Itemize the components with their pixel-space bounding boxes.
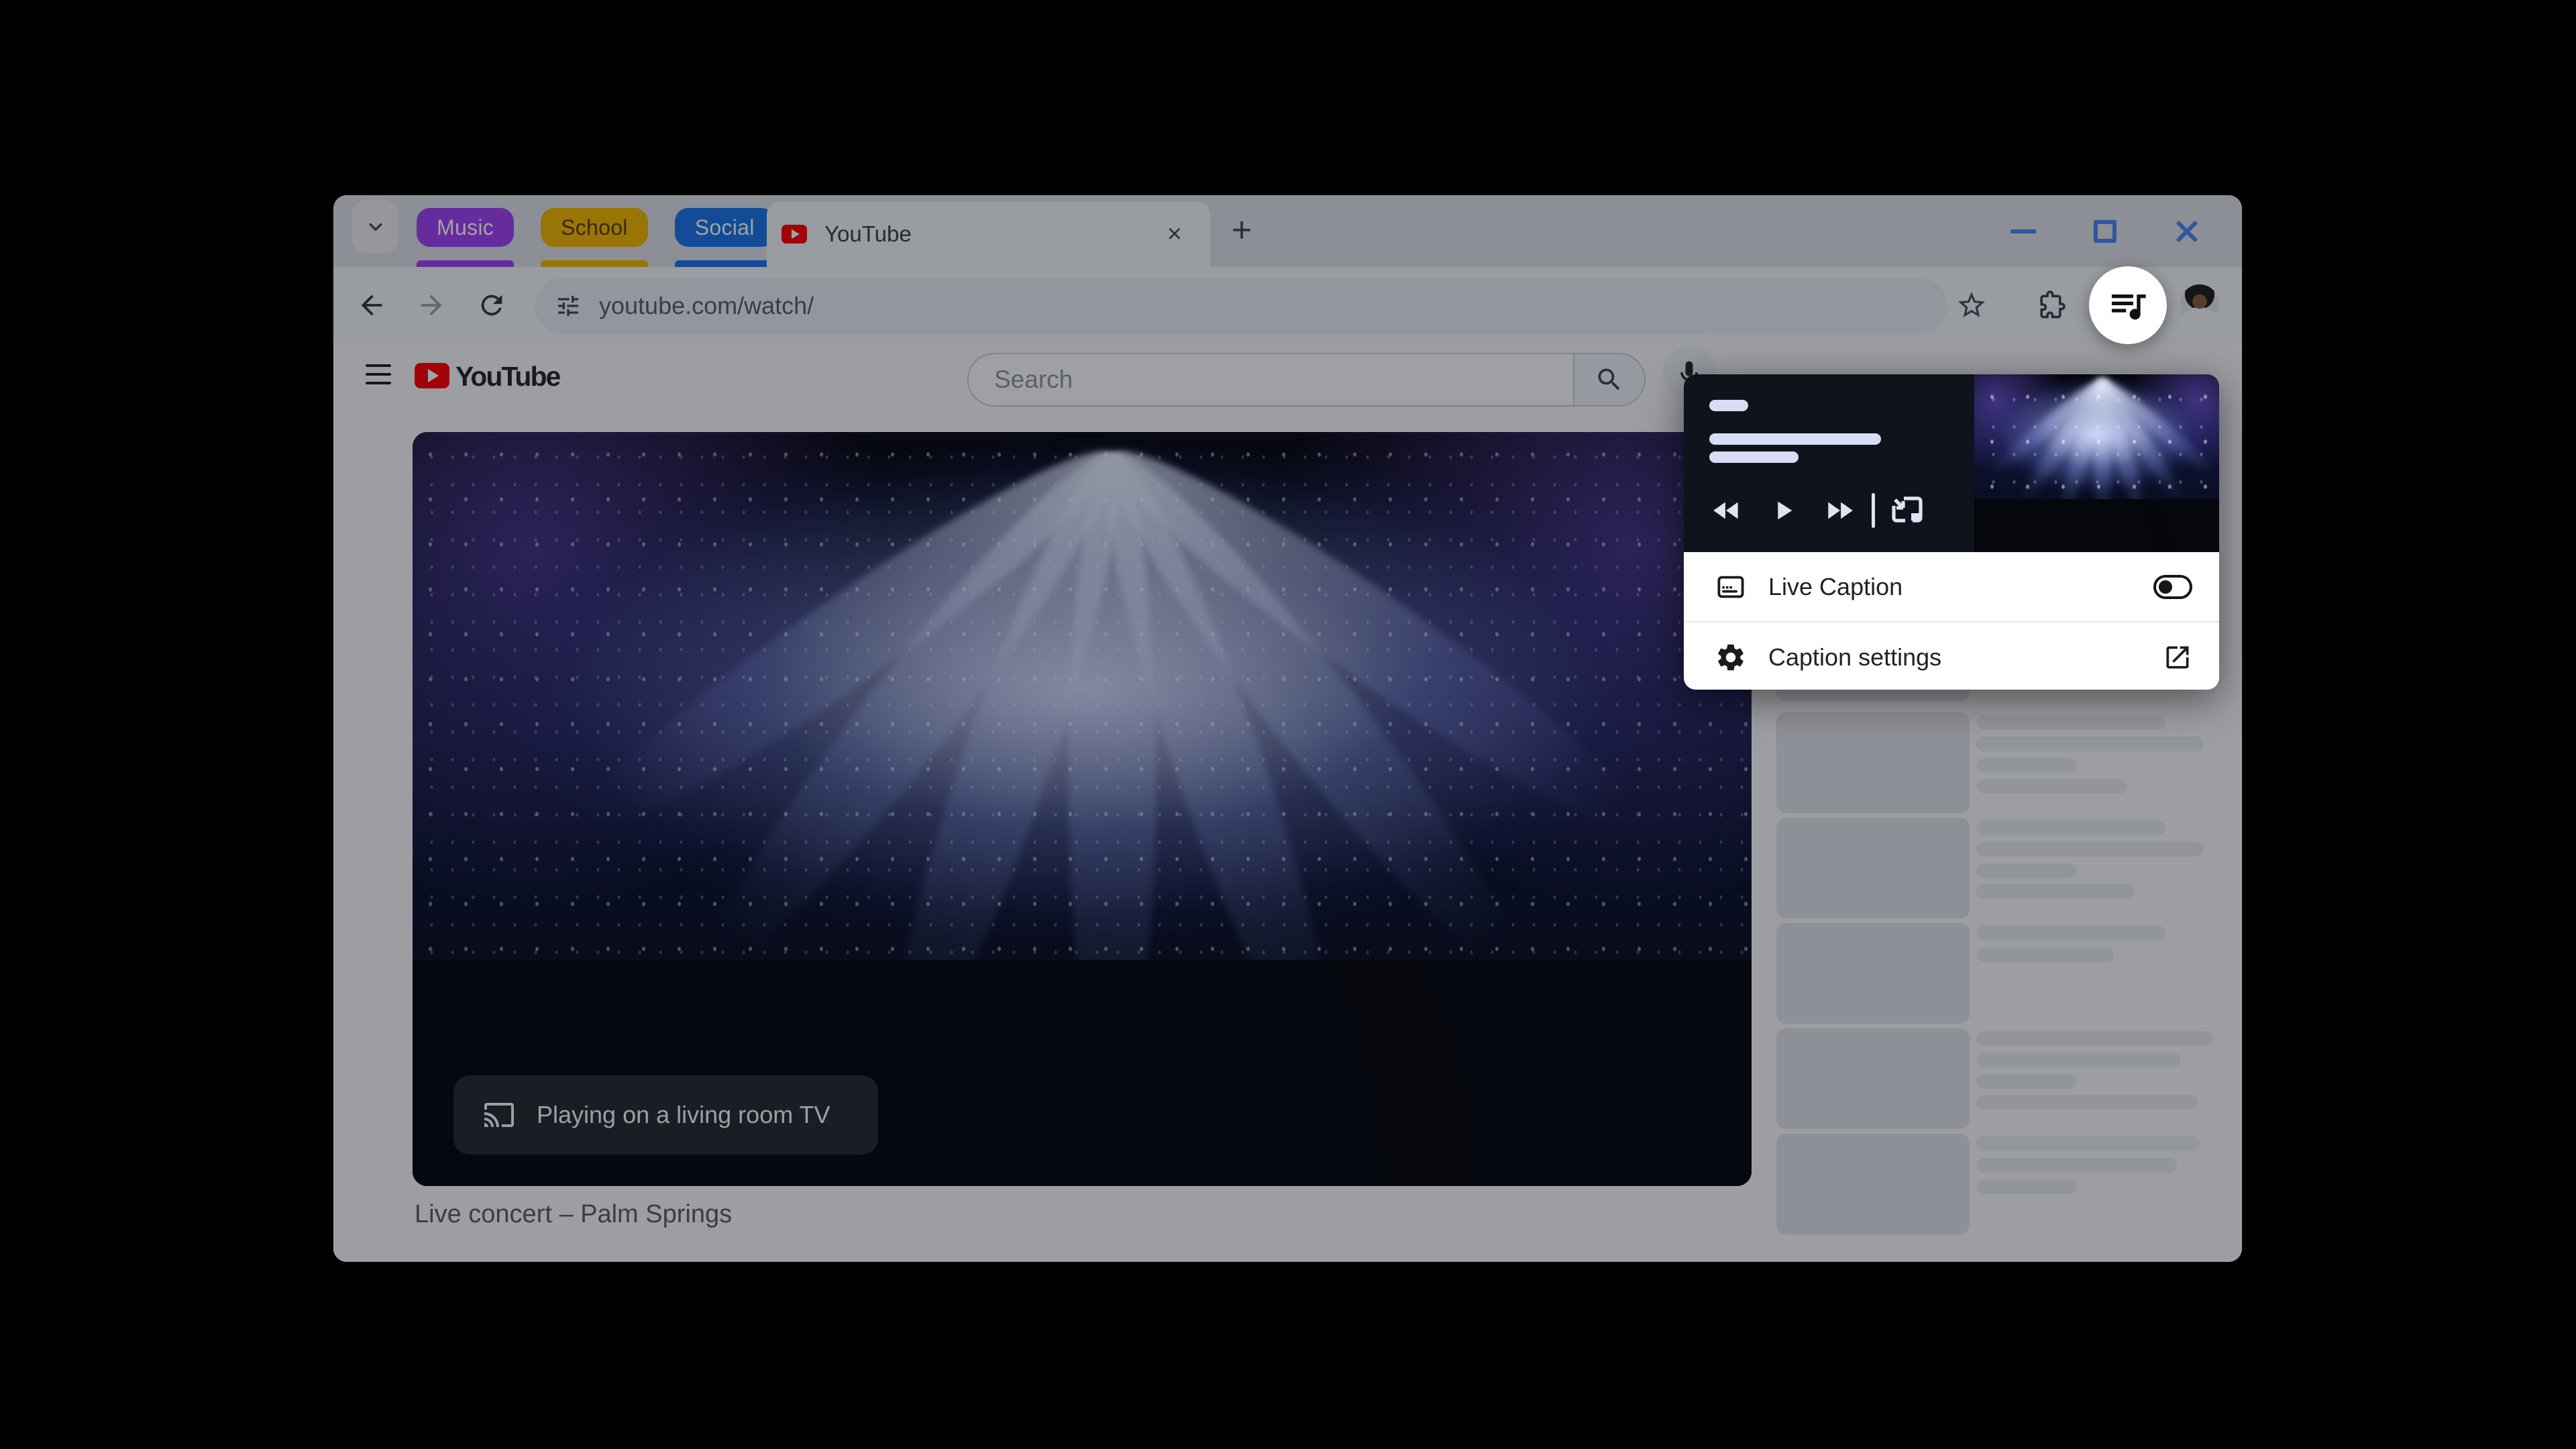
live-caption-toggle[interactable] — [2153, 574, 2192, 599]
media-badge-placeholder — [1709, 400, 1748, 411]
toggle-knob — [2159, 580, 2172, 594]
fast-forward-icon — [1823, 494, 1856, 527]
play-icon — [1768, 495, 1799, 526]
caption-settings-row[interactable]: Caption settings — [1684, 623, 2219, 690]
playback-controls — [1684, 487, 1935, 534]
open-in-new-icon — [2163, 643, 2192, 672]
caption-settings-label: Caption settings — [1768, 643, 1942, 671]
play-button[interactable] — [1755, 487, 1811, 534]
previous-track-button[interactable] — [1699, 487, 1755, 534]
media-artist-placeholder — [1709, 451, 1799, 463]
subtitles-icon — [1715, 571, 1747, 603]
media-title-placeholder — [1709, 433, 1881, 445]
live-caption-label: Live Caption — [1768, 572, 1903, 600]
dim-overlay — [333, 195, 2242, 1262]
screen: Music School Social YouTube × + youtube.… — [0, 0, 2576, 1449]
media-session-card — [1684, 374, 2219, 552]
picture-in-picture-button[interactable] — [1879, 487, 1935, 534]
media-controls-popup: Live Caption Caption settings — [1684, 374, 2219, 690]
rewind-icon — [1710, 494, 1743, 527]
media-thumbnail — [1974, 374, 2219, 552]
controls-divider — [1872, 493, 1875, 528]
playlist-music-icon — [2106, 284, 2149, 327]
live-caption-row[interactable]: Live Caption — [1684, 552, 2219, 621]
picture-in-picture-icon — [1889, 494, 1925, 527]
gear-icon — [1715, 641, 1747, 674]
media-controls-button[interactable] — [2089, 266, 2167, 344]
next-track-button[interactable] — [1811, 487, 1868, 534]
